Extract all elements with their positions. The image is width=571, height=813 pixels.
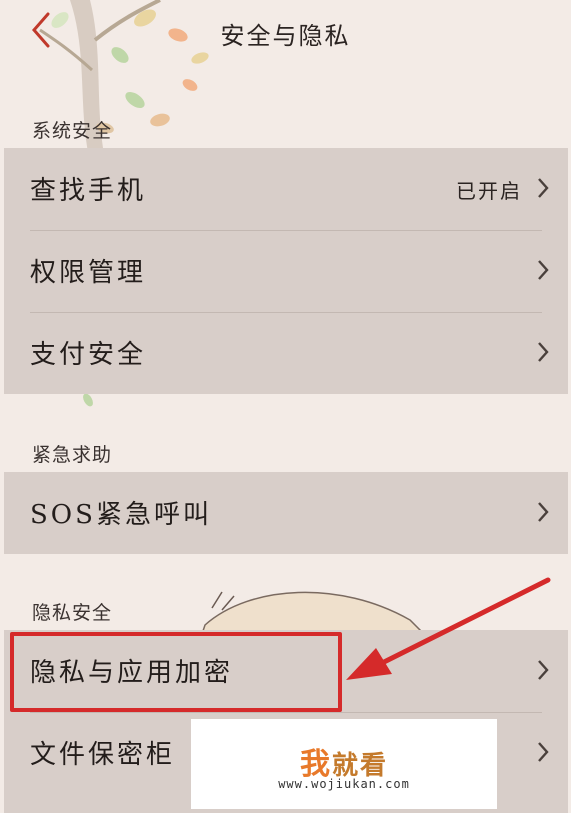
pointer-arrow-icon [346, 577, 551, 680]
watermark-url: www.wojiukan.com [278, 777, 410, 791]
watermark: 我就看 www.wojiukan.com [191, 719, 497, 809]
